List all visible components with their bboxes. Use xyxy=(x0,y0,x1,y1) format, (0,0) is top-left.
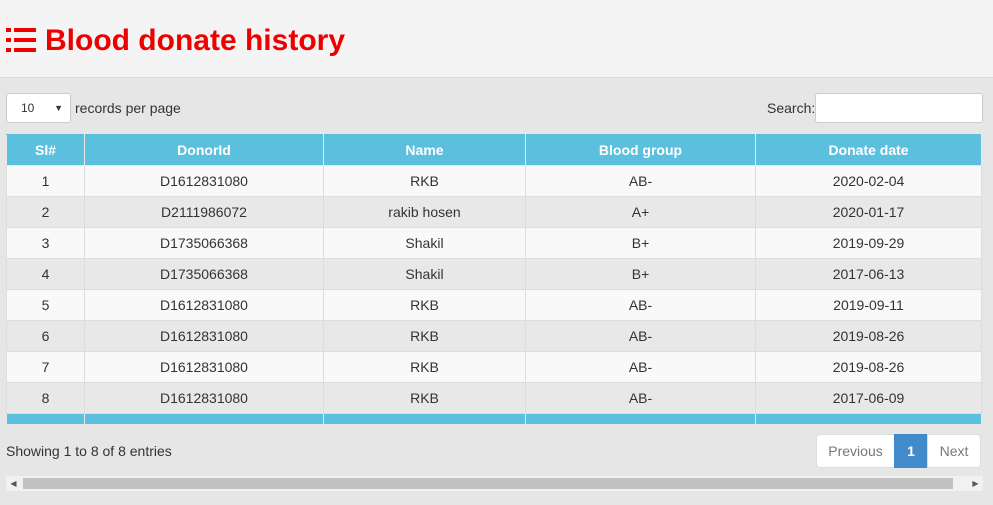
cell-sl: 1 xyxy=(6,165,85,197)
column-header-name[interactable]: Name xyxy=(323,134,526,166)
cell-donate-date: 2020-02-04 xyxy=(755,165,982,197)
cell-donate-date: 2017-06-13 xyxy=(755,258,982,290)
cell-name: Shakil xyxy=(323,227,526,259)
cell-sl: 8 xyxy=(6,382,85,414)
cell-donorid: D2111986072 xyxy=(84,196,324,228)
cell-donorid: D1612831080 xyxy=(84,320,324,352)
cell-sl: 7 xyxy=(6,351,85,383)
cell-blood-group: AB- xyxy=(525,289,756,321)
pagination: Previous 1 Next xyxy=(816,434,981,468)
search-label: Search: xyxy=(767,100,816,116)
column-header-sl[interactable]: Sl# xyxy=(6,134,85,166)
cell-name: RKB xyxy=(323,320,526,352)
page-header: Blood donate history xyxy=(0,0,993,78)
table-row: 7 D1612831080 RKB AB- 2019-08-26 xyxy=(6,351,982,383)
cell-donate-date: 2019-08-26 xyxy=(755,351,982,383)
cell-donate-date: 2019-09-29 xyxy=(755,227,982,259)
list-icon xyxy=(6,28,36,52)
search-input[interactable] xyxy=(815,93,983,123)
cell-name: Shakil xyxy=(323,258,526,290)
cell-blood-group: B+ xyxy=(525,258,756,290)
cell-donate-date: 2017-06-09 xyxy=(755,382,982,414)
next-page-button[interactable]: Next xyxy=(927,434,981,468)
column-header-donorid[interactable]: DonorId xyxy=(84,134,324,166)
table-row: 2 D2111986072 rakib hosen A+ 2020-01-17 xyxy=(6,196,982,228)
table-footer-row xyxy=(6,413,982,425)
cell-donate-date: 2019-09-11 xyxy=(755,289,982,321)
table-row: 4 D1735066368 Shakil B+ 2017-06-13 xyxy=(6,258,982,290)
cell-sl: 5 xyxy=(6,289,85,321)
cell-sl: 6 xyxy=(6,320,85,352)
table-row: 3 D1735066368 Shakil B+ 2019-09-29 xyxy=(6,227,982,259)
table-row: 1 D1612831080 RKB AB- 2020-02-04 xyxy=(6,165,982,197)
cell-blood-group: AB- xyxy=(525,320,756,352)
records-per-page-value: 10 xyxy=(21,101,35,115)
cell-donate-date: 2019-08-26 xyxy=(755,320,982,352)
table-row: 8 D1612831080 RKB AB- 2017-06-09 xyxy=(6,382,982,414)
cell-sl: 4 xyxy=(6,258,85,290)
table-row: 5 D1612831080 RKB AB- 2019-09-11 xyxy=(6,289,982,321)
cell-name: RKB xyxy=(323,165,526,197)
cell-name: RKB xyxy=(323,351,526,383)
page-1-button[interactable]: 1 xyxy=(894,434,928,468)
cell-blood-group: AB- xyxy=(525,382,756,414)
records-per-page-select[interactable]: 10 ▼ xyxy=(6,93,71,123)
cell-donorid: D1735066368 xyxy=(84,258,324,290)
cell-name: RKB xyxy=(323,289,526,321)
cell-blood-group: AB- xyxy=(525,165,756,197)
page-title: Blood donate history xyxy=(45,24,345,57)
scroll-right-icon[interactable]: ▶ xyxy=(968,476,983,491)
records-per-page-label: records per page xyxy=(75,100,181,116)
scroll-left-icon[interactable]: ◀ xyxy=(6,476,21,491)
cell-blood-group: AB- xyxy=(525,351,756,383)
cell-sl: 2 xyxy=(6,196,85,228)
cell-donorid: D1612831080 xyxy=(84,165,324,197)
table-header-row: Sl# DonorId Name Blood group Donate date xyxy=(6,134,982,166)
column-header-donate-date[interactable]: Donate date xyxy=(755,134,982,166)
cell-donorid: D1612831080 xyxy=(84,351,324,383)
donation-history-table: Sl# DonorId Name Blood group Donate date… xyxy=(6,134,982,425)
chevron-down-icon: ▼ xyxy=(54,103,63,113)
cell-sl: 3 xyxy=(6,227,85,259)
scrollbar-thumb[interactable] xyxy=(23,478,953,489)
cell-name: RKB xyxy=(323,382,526,414)
cell-donate-date: 2020-01-17 xyxy=(755,196,982,228)
cell-donorid: D1735066368 xyxy=(84,227,324,259)
cell-name: rakib hosen xyxy=(323,196,526,228)
horizontal-scrollbar[interactable]: ◀ ▶ xyxy=(6,476,983,491)
previous-page-button[interactable]: Previous xyxy=(816,434,895,468)
table-info-text: Showing 1 to 8 of 8 entries xyxy=(6,443,172,459)
table-row: 6 D1612831080 RKB AB- 2019-08-26 xyxy=(6,320,982,352)
cell-donorid: D1612831080 xyxy=(84,289,324,321)
column-header-blood-group[interactable]: Blood group xyxy=(525,134,756,166)
cell-donorid: D1612831080 xyxy=(84,382,324,414)
cell-blood-group: B+ xyxy=(525,227,756,259)
cell-blood-group: A+ xyxy=(525,196,756,228)
